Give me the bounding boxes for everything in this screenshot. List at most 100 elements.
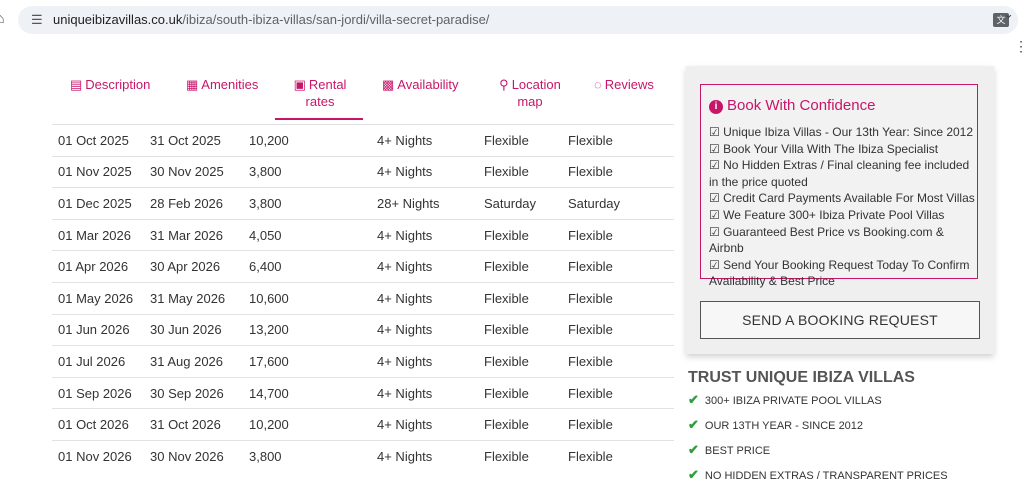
- table-row: 01 Jul 2026 31 Aug 2026 17,600 4+ Nights Fle…: [52, 345, 674, 378]
- trust-title: TRUST UNIQUE IBIZA VILLAS: [688, 369, 915, 386]
- table-cell: Flexible: [484, 218, 568, 251]
- table-row: 01 Oct 2025 31 Oct 2025 10,200 4+ Nights Fle…: [52, 124, 674, 157]
- table-cell: Flexible: [484, 313, 568, 346]
- table-cell: 01 May 2026: [52, 281, 150, 315]
- table-cell: 3,800: [249, 187, 377, 220]
- browser-chrome: ⌂ ☰ uniqueibizavillas.co.uk/ibiza/south-…: [0, 0, 1024, 66]
- tab-availability[interactable]: ▩ Availability: [382, 76, 458, 93]
- table-cell: Flexible: [568, 376, 674, 409]
- money-icon: ▣: [293, 77, 306, 92]
- document-icon: ▤: [70, 77, 83, 92]
- table-cell: 3,800: [249, 439, 377, 473]
- url-text[interactable]: uniqueibizavillas.co.uk/ibiza/south-ibiz…: [53, 13, 489, 27]
- list-item: ☑ Guaranteed Best Price vs Booking.com &…: [709, 224, 944, 256]
- site-settings-icon[interactable]: ☰: [31, 13, 43, 27]
- table-cell: Flexible: [568, 124, 674, 157]
- table-cell: 01 Sep 2026: [52, 376, 150, 409]
- list-icon: ▦: [186, 77, 199, 92]
- table-row: 01 Jun 2026 30 Jun 2026 13,200 4+ Nights Fle…: [52, 313, 674, 346]
- table-cell: 4+ Nights: [377, 218, 484, 251]
- table-row: 01 May 2026 31 May 2026 10,600 4+ Nights Fle…: [52, 281, 674, 315]
- chevron-down-icon[interactable]: ⌄: [1003, 6, 1014, 22]
- table-cell: 01 Jul 2026: [52, 345, 150, 378]
- home-icon[interactable]: ⌂: [0, 11, 10, 25]
- table-cell: 28+ Nights: [377, 187, 484, 220]
- more-menu-icon[interactable]: ⋮: [1014, 38, 1024, 55]
- table-cell: Flexible: [484, 250, 568, 283]
- info-icon: i: [709, 100, 723, 114]
- table-cell: 4+ Nights: [377, 155, 484, 188]
- table-cell: 30 Apr 2026: [150, 250, 249, 283]
- table-cell: 28 Feb 2026: [150, 187, 249, 220]
- table-row: 01 Mar 2026 31 Mar 2026 4,050 4+ Nights Flex…: [52, 218, 674, 251]
- table-cell: 31 May 2026: [150, 281, 249, 315]
- rental-rates-table: 01 Oct 2025 31 Oct 2025 10,200 4+ Nights Fle…: [52, 124, 674, 473]
- active-tab-indicator: [275, 118, 363, 120]
- table-row: 01 Nov 2026 30 Nov 2026 3,800 4+ Nights Flex…: [52, 439, 674, 473]
- check-icon: ✔: [688, 467, 699, 482]
- table-row: 01 Dec 2025 28 Feb 2026 3,800 28+ Nights Sat…: [52, 187, 674, 220]
- table-cell: 4+ Nights: [377, 281, 484, 315]
- table-cell: Flexible: [484, 281, 568, 315]
- table-cell: 01 Nov 2025: [52, 155, 150, 188]
- book-with-confidence-box: i Book With Confidence ☑ Unique Ibiza Vil…: [700, 84, 978, 288]
- trust-item-label: 300+ IBIZA PRIVATE POOL VILLAS: [704, 395, 882, 407]
- trust-item-label: NO HIDDEN EXTRAS / TRANSPARENT PRICES: [704, 470, 948, 482]
- table-cell: 4+ Nights: [377, 124, 484, 157]
- table-cell: Flexible: [484, 155, 568, 188]
- list-item: ☑ Book Your Villa With The Ibiza Special…: [709, 141, 939, 156]
- table-cell: 10,200: [249, 408, 377, 441]
- table-cell: 01 Jun 2026: [52, 313, 150, 346]
- list-item: ✔ OUR 13TH YEAR - SINCE 2012: [688, 417, 1008, 442]
- table-cell: 4+ Nights: [377, 408, 484, 441]
- table-cell: 31 Oct 2026: [150, 408, 249, 441]
- property-tabs: ▤ Description ▦ Amenities ▣ Rental rates ▩ A…: [52, 66, 674, 124]
- tab-rental-rates[interactable]: ▣ Rental rates: [282, 76, 358, 110]
- table-cell: Saturday: [568, 187, 674, 220]
- list-item: ☑ We Feature 300+ Ibiza Private Pool Vil…: [709, 207, 945, 222]
- table-cell: 3,800: [249, 155, 377, 188]
- table-cell: Flexible: [568, 408, 674, 441]
- table-row: 01 Apr 2026 30 Apr 2026 6,400 4+ Nights Flex…: [52, 250, 674, 283]
- table-cell: 17,600: [249, 345, 377, 378]
- confidence-list: ☑ Unique Ibiza Villas - Our 13th Year: S…: [709, 124, 975, 290]
- table-cell: Flexible: [484, 439, 568, 473]
- check-icon: ✔: [688, 442, 699, 457]
- table-row: 01 Nov 2025 30 Nov 2025 3,800 4+ Nights Flex…: [52, 155, 674, 188]
- table-cell: 01 Oct 2025: [52, 124, 150, 157]
- check-icon: ✔: [688, 392, 699, 407]
- list-item: ☑ Unique Ibiza Villas - Our 13th Year: S…: [709, 125, 974, 139]
- list-item: ✔ BEST PRICE: [688, 442, 1008, 467]
- list-item: ✔ 300+ IBIZA PRIVATE POOL VILLAS: [688, 392, 1008, 417]
- table-cell: 6,400: [249, 250, 377, 283]
- map-marker-icon: ⚲: [499, 77, 509, 92]
- table-cell: 01 Dec 2025: [52, 187, 150, 220]
- tab-location-map[interactable]: ⚲ Location map: [495, 76, 565, 110]
- tab-amenities[interactable]: ▦ Amenities: [186, 76, 258, 93]
- trust-item-label: OUR 13TH YEAR - SINCE 2012: [704, 420, 864, 432]
- table-cell: 01 Apr 2026: [52, 250, 150, 283]
- table-cell: 4,050: [249, 218, 377, 251]
- send-booking-request-button[interactable]: SEND A BOOKING REQUEST: [700, 301, 980, 339]
- table-cell: Flexible: [568, 281, 674, 315]
- booking-sidebar: i Book With Confidence ☑ Unique Ibiza Vil…: [686, 66, 994, 354]
- table-cell: Flexible: [484, 345, 568, 378]
- table-cell: Flexible: [568, 218, 674, 251]
- tab-description[interactable]: ▤ Description: [70, 76, 150, 93]
- table-cell: Flexible: [484, 408, 568, 441]
- tab-reviews[interactable]: ◌ Reviews: [594, 76, 654, 93]
- table-cell: 13,200: [249, 313, 377, 346]
- table-cell: Flexible: [568, 345, 674, 378]
- table-cell: 01 Nov 2026: [52, 439, 150, 473]
- list-item: ✔ NO HIDDEN EXTRAS / TRANSPARENT PRICES: [688, 467, 1008, 492]
- address-bar[interactable]: ☰ uniqueibizavillas.co.uk/ibiza/south-ib…: [18, 6, 1018, 34]
- table-cell: 4+ Nights: [377, 345, 484, 378]
- table-cell: 4+ Nights: [377, 439, 484, 473]
- table-cell: 01 Mar 2026: [52, 218, 150, 251]
- table-cell: 4+ Nights: [377, 376, 484, 409]
- table-cell: 10,200: [249, 124, 377, 157]
- list-item: ☑ Credit Card Payments Available For Mos…: [709, 191, 975, 206]
- table-cell: 31 Oct 2025: [150, 124, 249, 157]
- table-cell: 31 Aug 2026: [150, 345, 249, 378]
- table-cell: 30 Sep 2026: [150, 376, 249, 409]
